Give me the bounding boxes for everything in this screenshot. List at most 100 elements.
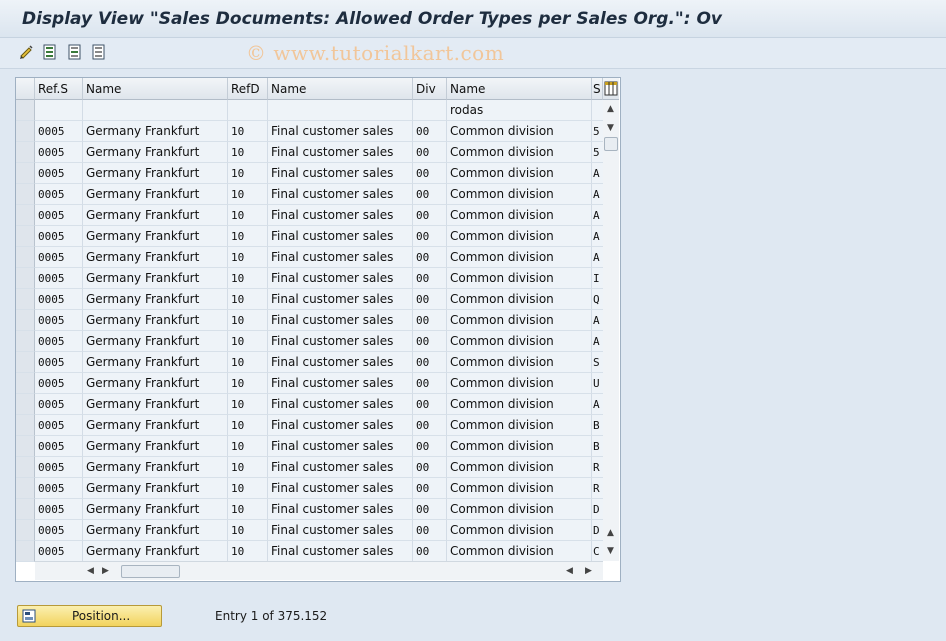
cell-sales-doc-type: C xyxy=(592,541,603,562)
cell-division: 00 xyxy=(413,226,447,247)
change-display-icon[interactable] xyxy=(18,43,36,61)
row-selector[interactable] xyxy=(16,394,35,415)
cell-distr-channel-name: Final customer sales xyxy=(268,520,413,541)
horizontal-scrollbar[interactable]: ◀ ▶ ◀ ▶ xyxy=(35,561,603,580)
select-all-icon[interactable] xyxy=(41,43,59,61)
cell-distr-channel-name: Final customer sales xyxy=(268,457,413,478)
row-selector[interactable] xyxy=(16,352,35,373)
row-selector[interactable] xyxy=(16,457,35,478)
row-selector[interactable] xyxy=(16,541,35,562)
cell-ref-distr-channel: 10 xyxy=(228,205,268,226)
cell-ref-sales-org: 0005 xyxy=(35,520,83,541)
cell-distr-channel-name: Final customer sales xyxy=(268,142,413,163)
cell-division-name: Common division xyxy=(447,247,592,268)
cell-sales-doc-type: A xyxy=(592,331,603,352)
row-selector[interactable] xyxy=(16,331,35,352)
column-header-ref-distr-channel[interactable]: RefD xyxy=(228,78,268,100)
row-selector[interactable] xyxy=(16,499,35,520)
cell-ref-sales-org-name: Germany Frankfurt xyxy=(83,394,228,415)
row-selector[interactable] xyxy=(16,184,35,205)
cell-division-name: Common division xyxy=(447,142,592,163)
column-header-sales-doc-type[interactable]: S xyxy=(592,78,603,100)
cell-ref-sales-org-name: Germany Frankfurt xyxy=(83,142,228,163)
select-block-icon[interactable] xyxy=(66,43,84,61)
row-selector[interactable] xyxy=(16,247,35,268)
row-selector[interactable] xyxy=(16,163,35,184)
watermark: © www.tutorialkart.com xyxy=(246,41,505,65)
cell-distr-channel-name: Final customer sales xyxy=(268,394,413,415)
cell-sales-doc-type: B xyxy=(592,436,603,457)
row-selector[interactable] xyxy=(16,373,35,394)
cell-ref-distr-channel: 10 xyxy=(228,541,268,562)
row-selector[interactable] xyxy=(16,520,35,541)
row-selector[interactable] xyxy=(16,415,35,436)
cell-sales-doc-type: A xyxy=(592,394,603,415)
row-selector[interactable] xyxy=(16,310,35,331)
cell-division-name: Common division xyxy=(447,499,592,520)
row-selector[interactable] xyxy=(16,268,35,289)
row-selector[interactable] xyxy=(16,100,35,121)
cell-division: 00 xyxy=(413,352,447,373)
cell-ref-distr-channel: 10 xyxy=(228,310,268,331)
page-up-icon[interactable]: ▲ xyxy=(607,528,614,538)
scroll-down-icon[interactable]: ▼ xyxy=(607,123,614,133)
cell-ref-sales-org: 0005 xyxy=(35,310,83,331)
cell-sales-doc-type: U xyxy=(592,373,603,394)
cell-division-name: Common division xyxy=(447,373,592,394)
scroll-up-icon[interactable]: ▲ xyxy=(607,104,614,114)
cell-division: 00 xyxy=(413,121,447,142)
cell-division: 00 xyxy=(413,142,447,163)
cell-ref-sales-org: 0005 xyxy=(35,373,83,394)
row-selector[interactable] xyxy=(16,289,35,310)
row-selector[interactable] xyxy=(16,226,35,247)
row-selector[interactable] xyxy=(16,121,35,142)
cell-division-name: Common division xyxy=(447,520,592,541)
scroll-right-icon[interactable]: ▶ xyxy=(102,566,109,576)
column-header-ref-sales-org-name[interactable]: Name xyxy=(83,78,228,100)
cell-distr-channel-name: Final customer sales xyxy=(268,247,413,268)
deselect-all-icon[interactable] xyxy=(90,43,108,61)
cell-sales-doc-type: B xyxy=(592,415,603,436)
row-selector[interactable] xyxy=(16,142,35,163)
cell-ref-sales-org: 0005 xyxy=(35,394,83,415)
cell-distr-channel-name: Final customer sales xyxy=(268,289,413,310)
cell-ref-distr-channel: 10 xyxy=(228,373,268,394)
position-button-label: Position... xyxy=(72,609,131,623)
scroll-left-icon[interactable]: ◀ xyxy=(87,566,94,576)
column-header-division[interactable]: Div xyxy=(413,78,447,100)
cell-ref-sales-org-name: Germany Frankfurt xyxy=(83,331,228,352)
cell-sales-doc-type: A xyxy=(592,163,603,184)
position-button[interactable]: Position... xyxy=(17,605,162,627)
cell-distr-channel-name: Final customer sales xyxy=(268,121,413,142)
cell-division-name: Common division xyxy=(447,478,592,499)
cell-division: 00 xyxy=(413,541,447,562)
select-all-rows-corner[interactable] xyxy=(16,78,35,100)
cell-sales-doc-type: D xyxy=(592,499,603,520)
cell-sales-doc-type: 5 xyxy=(592,142,603,163)
vertical-scrollbar[interactable]: ▲ ▼ ▲ ▼ xyxy=(603,100,619,561)
cell-ref-sales-org-name: Germany Frankfurt xyxy=(83,541,228,562)
cell-ref-sales-org-name: Germany Frankfurt xyxy=(83,247,228,268)
page-right-icon[interactable]: ▶ xyxy=(585,566,592,576)
cell-ref-sales-org-name: Germany Frankfurt xyxy=(83,289,228,310)
cell-division-name: Common division xyxy=(447,352,592,373)
page-down-icon[interactable]: ▼ xyxy=(607,546,614,556)
cell-division-name: rodas xyxy=(447,100,592,121)
row-selector[interactable] xyxy=(16,436,35,457)
vertical-scroll-thumb[interactable] xyxy=(604,137,618,151)
column-header-ref-sales-org[interactable]: Ref.S xyxy=(35,78,83,100)
row-selector[interactable] xyxy=(16,478,35,499)
row-selector[interactable] xyxy=(16,205,35,226)
column-settings-icon[interactable] xyxy=(603,78,619,100)
cell-ref-sales-org-name: Germany Frankfurt xyxy=(83,478,228,499)
cell-ref-distr-channel xyxy=(228,100,268,121)
column-header-distr-channel-name[interactable]: Name xyxy=(268,78,413,100)
page-left-icon[interactable]: ◀ xyxy=(566,566,573,576)
column-header-division-name[interactable]: Name xyxy=(447,78,592,100)
horizontal-scroll-thumb[interactable] xyxy=(121,565,180,578)
cell-ref-sales-org-name: Germany Frankfurt xyxy=(83,121,228,142)
cell-ref-sales-org-name: Germany Frankfurt xyxy=(83,373,228,394)
cell-sales-doc-type: A xyxy=(592,247,603,268)
cell-division: 00 xyxy=(413,415,447,436)
cell-sales-doc-type: Q xyxy=(592,289,603,310)
